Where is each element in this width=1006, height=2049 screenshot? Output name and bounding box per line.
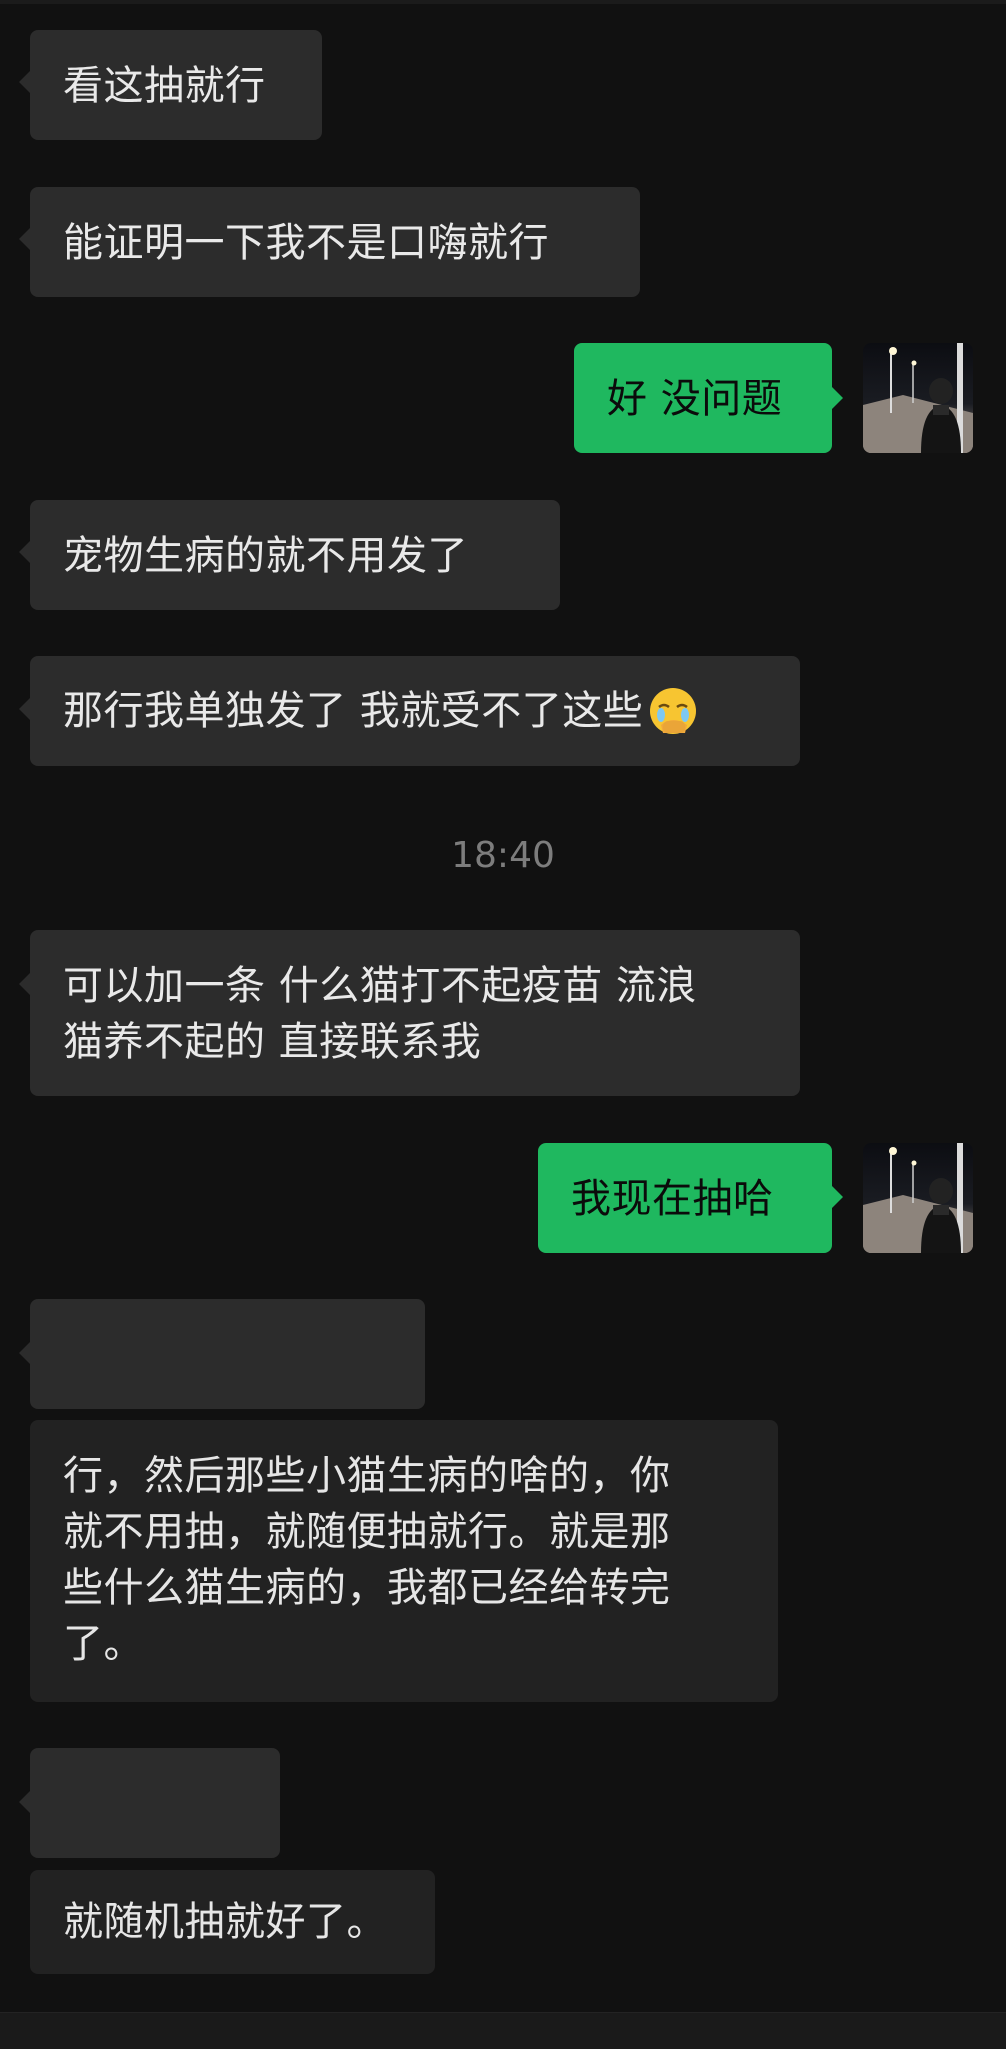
outgoing-message-bubble[interactable]: 我现在抽哈 bbox=[538, 1143, 832, 1253]
incoming-message-bubble[interactable]: 看这抽就行 bbox=[30, 30, 322, 140]
bubble-tail bbox=[19, 541, 30, 563]
message-timestamp: 18:40 bbox=[451, 835, 555, 876]
message-text: 那行我单独发了 我就受不了这些 bbox=[63, 688, 644, 734]
bubble-tail bbox=[19, 1342, 30, 1364]
bubble-tail bbox=[19, 228, 30, 250]
voice-message-bubble[interactable]: 3" bbox=[30, 1748, 280, 1936]
face-crying-emoji-icon bbox=[650, 688, 697, 734]
user-avatar-photo-icon bbox=[863, 1143, 973, 1253]
bubble-tail bbox=[832, 1186, 843, 1208]
bottom-bar bbox=[0, 2012, 1006, 2049]
bubble-tail bbox=[19, 973, 30, 995]
incoming-message-bubble[interactable]: 宠物生病的就不用发了 bbox=[30, 500, 560, 610]
incoming-message-bubble[interactable]: 可以加一条 什么猫打不起疫苗 流浪 猫养不起的 直接联系我 bbox=[30, 930, 800, 1096]
bubble-tail bbox=[832, 387, 843, 409]
incoming-message-bubble[interactable]: 那行我单独发了 我就受不了这些 bbox=[30, 656, 800, 766]
user-avatar[interactable] bbox=[863, 1143, 973, 1253]
bubble-tail bbox=[19, 1791, 30, 1813]
top-divider bbox=[0, 0, 1006, 4]
voice-transcript: 行，然后那些小猫生病的啥的，你 就不用抽，就随便抽就行。就是那 些什么猫生病的，… bbox=[30, 1420, 778, 1702]
bubble-tail bbox=[19, 71, 30, 93]
user-avatar-photo-icon bbox=[863, 343, 973, 453]
bubble-tail bbox=[19, 698, 30, 720]
voice-transcript: 就随机抽就好了。 bbox=[30, 1870, 435, 1974]
voice-message-bubble[interactable]: 9" bbox=[30, 1299, 425, 1487]
user-avatar[interactable] bbox=[863, 343, 973, 453]
incoming-message-bubble[interactable]: 能证明一下我不是口嗨就行 bbox=[30, 187, 640, 297]
outgoing-message-bubble[interactable]: 好 没问题 bbox=[574, 343, 832, 453]
